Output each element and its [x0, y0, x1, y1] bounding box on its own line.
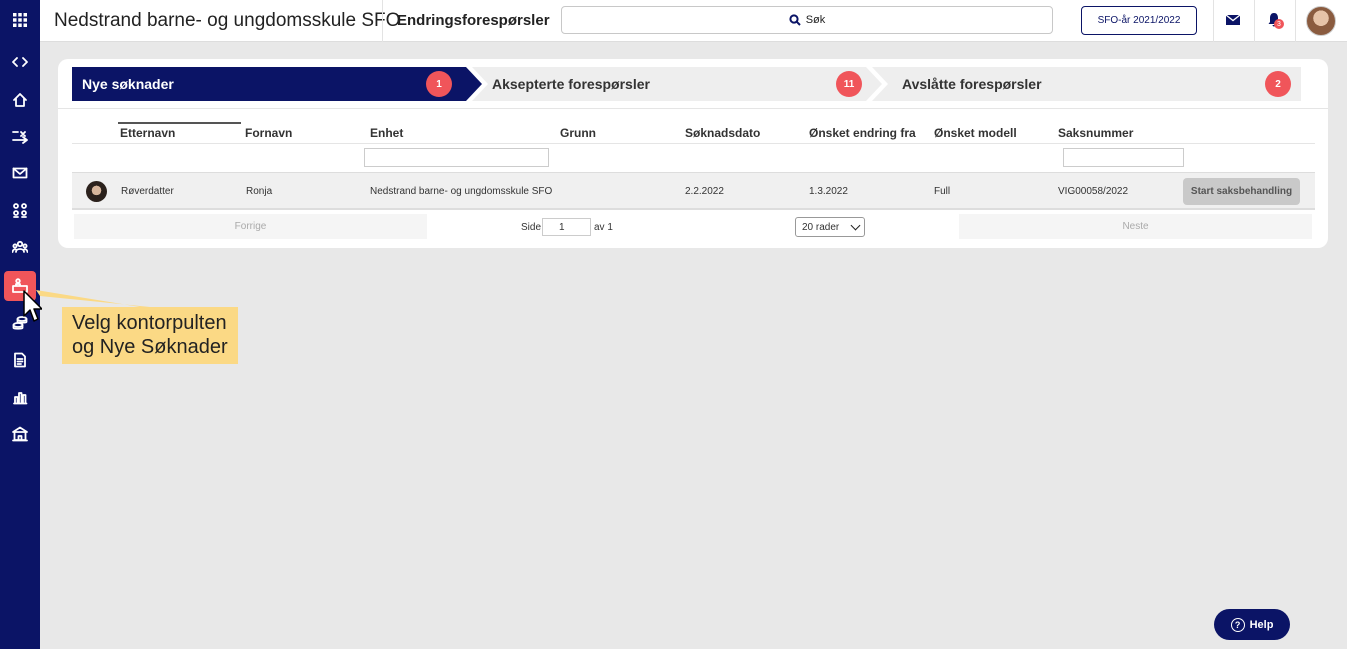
step-label: Aksepterte forespørsler	[492, 76, 650, 92]
mail-icon[interactable]	[4, 158, 36, 188]
header-divider	[1213, 0, 1214, 42]
help-label: Help	[1249, 618, 1274, 631]
column-header-soknadsdato[interactable]: Søknadsdato	[685, 126, 760, 140]
user-avatar[interactable]	[1306, 6, 1336, 36]
help-button[interactable]: ? Help	[1214, 609, 1290, 640]
column-header-saksnummer[interactable]: Saksnummer	[1058, 126, 1133, 140]
callout-line-2: og Nye Søknader	[72, 336, 228, 358]
rows-per-page-value: 20 rader	[802, 221, 840, 233]
bar-chart-icon[interactable]	[4, 382, 36, 412]
sort-indicator	[118, 122, 241, 124]
mail-icon[interactable]	[1223, 10, 1243, 30]
step-label: Avslåtte forespørsler	[902, 76, 1042, 92]
next-page-button[interactable]: Neste	[959, 214, 1312, 239]
start-case-processing-button[interactable]: Start saksbehandling	[1183, 178, 1300, 205]
cell-enhet: Nedstrand barne- og ungdomsskule SFO	[370, 186, 553, 197]
search-input[interactable]: Søk	[561, 6, 1053, 34]
column-header-etternavn[interactable]: Etternavn	[120, 126, 175, 140]
cell-soknadsdato: 2.2.2022	[685, 186, 724, 197]
apps-grid-icon[interactable]	[4, 5, 36, 35]
column-header-endring-fra[interactable]: Ønsket endring fra	[809, 126, 916, 140]
header-divider	[382, 0, 383, 42]
column-header-grunn[interactable]: Grunn	[560, 126, 596, 140]
step-count-badge: 1	[426, 71, 452, 97]
cell-endring-fra: 1.3.2022	[809, 186, 848, 197]
divider	[58, 108, 1328, 109]
callout-line-1: Velg kontorpulten	[72, 312, 227, 334]
header-divider	[1254, 0, 1255, 42]
search-icon	[789, 14, 801, 26]
column-header-modell[interactable]: Ønsket modell	[934, 126, 1017, 140]
mouse-cursor-icon	[23, 290, 42, 322]
top-header: Nedstrand barne- og ungdomsskule SFO End…	[40, 0, 1347, 42]
cell-saksnummer: VIG00058/2022	[1058, 186, 1129, 197]
child-avatar	[86, 181, 107, 202]
enhet-filter-input[interactable]	[364, 148, 549, 167]
step-count-badge: 11	[836, 71, 862, 97]
page-count-label: av 1	[594, 222, 613, 233]
saksnummer-filter-input[interactable]	[1063, 148, 1184, 167]
step-new-applications[interactable]: Nye søknader	[72, 67, 482, 101]
groups-icon[interactable]	[4, 195, 36, 225]
page-label: Side	[521, 222, 542, 233]
question-icon: ?	[1230, 617, 1245, 632]
home-icon[interactable]	[4, 85, 36, 115]
step-count-badge: 2	[1265, 71, 1291, 97]
search-label: Søk	[805, 14, 826, 26]
organization-title: Nedstrand barne- og ungdomsskule SFO	[54, 10, 401, 31]
requests-card: Nye søknader 1 Aksepterte forespørsler 1…	[58, 59, 1328, 248]
cell-etternavn: Røverdatter	[121, 186, 174, 197]
step-rejected-requests[interactable]: Avslåtte forespørsler	[872, 67, 1301, 101]
divider	[72, 143, 1315, 144]
chevron-down-icon	[850, 220, 861, 231]
step-accepted-requests[interactable]: Aksepterte forespørsler	[472, 67, 882, 101]
table-row[interactable]: Røverdatter Ronja Nedstrand barne- og un…	[72, 172, 1315, 210]
instruction-callout: Velg kontorpulten og Nye Søknader	[62, 307, 238, 364]
bell-icon[interactable]: 3	[1264, 10, 1284, 30]
status-steps: Nye søknader 1 Aksepterte forespørsler 1…	[72, 67, 1301, 101]
cell-modell: Full	[934, 186, 951, 197]
document-icon[interactable]	[4, 345, 36, 375]
people-icon[interactable]	[4, 232, 36, 262]
code-brackets-icon[interactable]	[4, 47, 36, 77]
previous-page-button[interactable]: Forrige	[74, 214, 427, 239]
shuffle-icon[interactable]	[4, 121, 36, 151]
page-number-input[interactable]: 1	[542, 218, 591, 236]
school-year-button[interactable]: SFO-år 2021/2022	[1081, 6, 1197, 35]
rows-per-page-select[interactable]: 20 rader	[795, 217, 865, 237]
step-label: Nye søknader	[82, 76, 174, 92]
column-header-enhet[interactable]: Enhet	[370, 126, 403, 140]
page-title: Endringsforespørsler	[397, 12, 550, 29]
school-icon[interactable]	[4, 419, 36, 449]
sidebar	[0, 0, 40, 649]
notification-badge: 3	[1274, 19, 1284, 29]
header-divider	[1295, 0, 1296, 42]
column-header-fornavn[interactable]: Fornavn	[245, 126, 292, 140]
pagination: Forrige Side 1 av 1 20 rader Neste	[72, 212, 1315, 242]
cell-fornavn: Ronja	[246, 186, 273, 197]
